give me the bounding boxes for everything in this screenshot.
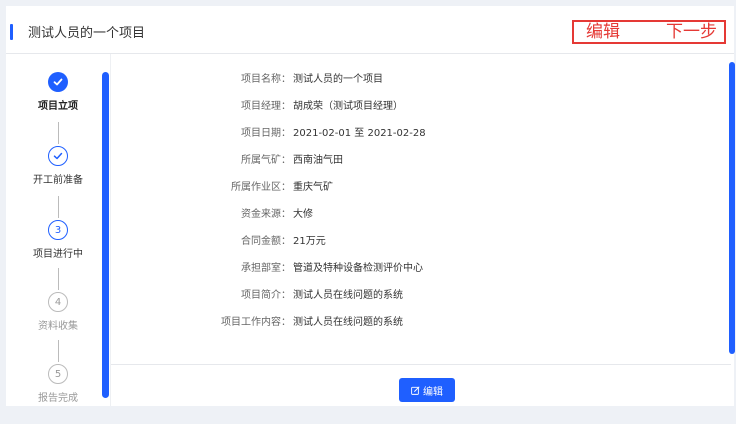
- detail-value: 重庆气矿: [293, 182, 333, 193]
- step-connector: [58, 122, 59, 144]
- detail-row: 资金来源： 大修: [111, 207, 711, 223]
- detail-row: 合同金额： 21万元: [111, 234, 711, 250]
- detail-key: 项目名称：: [241, 74, 291, 85]
- step-connector: [58, 268, 59, 290]
- step-label: 项目立项: [38, 101, 78, 112]
- card-header: 测试人员的一个项目 编辑 下一步: [6, 6, 734, 54]
- check-icon: [48, 72, 68, 92]
- detail-key: 合同金额：: [241, 236, 291, 247]
- detail-value: 管道及特种设备检测评价中心: [293, 263, 423, 274]
- detail-value: 测试人员的一个项目: [293, 74, 383, 85]
- detail-row: 项目简介： 测试人员在线问题的系统: [111, 288, 711, 304]
- step-label: 项目进行中: [33, 249, 83, 260]
- edit-icon: [411, 386, 420, 395]
- step-label: 开工前准备: [33, 175, 83, 186]
- detail-row: 所属作业区： 重庆气矿: [111, 180, 711, 196]
- detail-value: 21万元: [293, 236, 326, 247]
- edit-button-label: 编辑: [423, 386, 443, 398]
- detail-row: 项目工作内容： 测试人员在线问题的系统: [111, 315, 711, 331]
- detail-row: 承担部室： 管道及特种设备检测评价中心: [111, 261, 711, 277]
- detail-key: 资金来源：: [241, 209, 291, 220]
- detail-value: 测试人员在线问题的系统: [293, 290, 403, 301]
- page-title: 测试人员的一个项目: [28, 26, 146, 41]
- divider: [111, 364, 731, 365]
- detail-key: 项目简介：: [241, 290, 291, 301]
- detail-row: 所属气矿： 西南油气田: [111, 153, 711, 169]
- detail-key: 项目工作内容：: [221, 317, 291, 328]
- detail-value: 2021-02-01 至 2021-02-28: [293, 128, 426, 139]
- header-edit-button[interactable]: 编辑: [586, 22, 620, 42]
- detail-value: 胡成荣（测试项目经理）: [293, 101, 403, 112]
- detail-key: 所属气矿：: [241, 155, 291, 166]
- detail-key: 承担部室：: [241, 263, 291, 274]
- steps-scrollbar[interactable]: [102, 72, 109, 398]
- header-actions-highlight: 编辑 下一步: [572, 20, 726, 44]
- step-label: 资料收集: [38, 321, 78, 332]
- step-number-badge: 4: [48, 292, 68, 312]
- detail-key: 项目经理：: [241, 101, 291, 112]
- detail-value: 测试人员在线问题的系统: [293, 317, 403, 328]
- next-step-button[interactable]: 下一步: [666, 22, 717, 42]
- detail-value: 大修: [293, 209, 313, 220]
- project-card: 测试人员的一个项目 编辑 下一步 项目立项 开工前准备 3 项目进行中 4 资料…: [6, 6, 735, 406]
- detail-key: 项目日期：: [241, 128, 291, 139]
- step-label: 报告完成: [38, 393, 78, 404]
- detail-row: 项目经理： 胡成荣（测试项目经理）: [111, 99, 711, 115]
- detail-row: 项目名称： 测试人员的一个项目: [111, 72, 711, 88]
- detail-value: 西南油气田: [293, 155, 343, 166]
- detail-row: 项目日期： 2021-02-01 至 2021-02-28: [111, 126, 711, 142]
- step-connector: [58, 196, 59, 218]
- project-details: 项目名称： 测试人员的一个项目 项目经理： 胡成荣（测试项目经理） 项目日期： …: [110, 54, 735, 406]
- step-number-badge: 3: [48, 220, 68, 240]
- details-scrollbar[interactable]: [729, 62, 735, 354]
- check-circle-icon: [48, 146, 68, 166]
- step-number-badge: 5: [48, 364, 68, 384]
- step-connector: [58, 340, 59, 362]
- title-accent-bar: [10, 24, 13, 40]
- detail-key: 所属作业区：: [231, 182, 291, 193]
- progress-steps: 项目立项 开工前准备 3 项目进行中 4 资料收集 5 报告完成: [6, 56, 110, 406]
- edit-button[interactable]: 编辑: [399, 378, 455, 402]
